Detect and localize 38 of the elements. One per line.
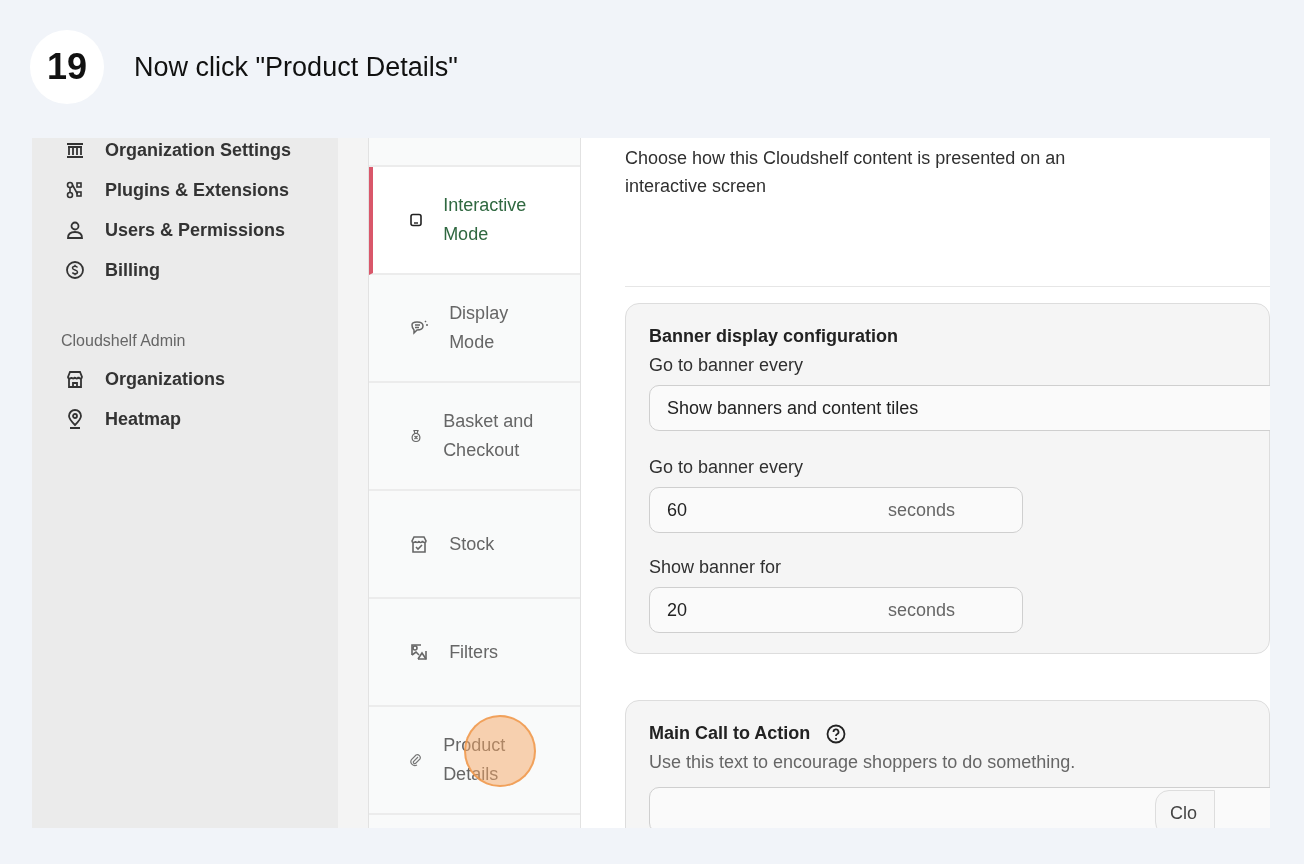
select-field[interactable]: Show banners and content tiles xyxy=(649,385,1270,431)
sidebar-item[interactable]: Organizations xyxy=(61,359,339,399)
number-field[interactable]: 60 seconds xyxy=(649,487,1023,533)
step-number: 19 xyxy=(30,30,104,104)
card-description: Use this text to encourage shoppers to do something. xyxy=(649,752,1077,773)
section-description: Choose how this Cloudshelf content is presented on an interactive screen xyxy=(625,147,1067,198)
sidebar-item[interactable]: Billing xyxy=(61,250,339,290)
sidebar-item[interactable]: Heatmap xyxy=(61,399,339,439)
nodes-icon xyxy=(65,180,85,200)
store-icon xyxy=(409,534,430,554)
tab[interactable]: Stock xyxy=(369,491,580,599)
location-pin-icon xyxy=(65,409,85,429)
dollar-icon xyxy=(65,260,85,280)
sidebar-item[interactable]: Organization Settings xyxy=(61,138,339,170)
field-label: Go to banner every xyxy=(649,457,805,478)
image-icon xyxy=(409,642,430,662)
sidebar-item[interactable]: Users & Permissions xyxy=(61,210,339,250)
sidebar-heading: Cloudshelf Admin xyxy=(61,331,187,351)
field-label: Show banner for xyxy=(649,557,783,578)
card-title: Main Call to Action xyxy=(649,723,811,744)
text-field[interactable] xyxy=(649,787,1270,828)
floating-button[interactable]: Clo xyxy=(1155,790,1215,828)
field-label: Go to banner every xyxy=(649,355,805,376)
bank-icon xyxy=(65,140,85,160)
step-instruction: Now click "Product Details" xyxy=(134,51,458,83)
sidebar-item[interactable]: Plugins & Extensions xyxy=(61,170,339,210)
paperclip-icon xyxy=(409,753,424,767)
store-icon xyxy=(65,369,85,389)
card-title: Banner display configuration xyxy=(649,326,899,347)
help-icon[interactable] xyxy=(826,723,847,744)
tab[interactable]: Filters xyxy=(369,599,580,707)
tab[interactable]: Basket and Checkout xyxy=(369,383,580,491)
tab[interactable]: Interactive Mode xyxy=(369,167,580,275)
tab[interactable]: Display Mode xyxy=(369,275,580,383)
number-field[interactable]: 20 seconds xyxy=(649,587,1023,633)
tablet-icon xyxy=(409,213,424,227)
chat-icon xyxy=(409,318,430,338)
user-icon xyxy=(65,220,85,240)
